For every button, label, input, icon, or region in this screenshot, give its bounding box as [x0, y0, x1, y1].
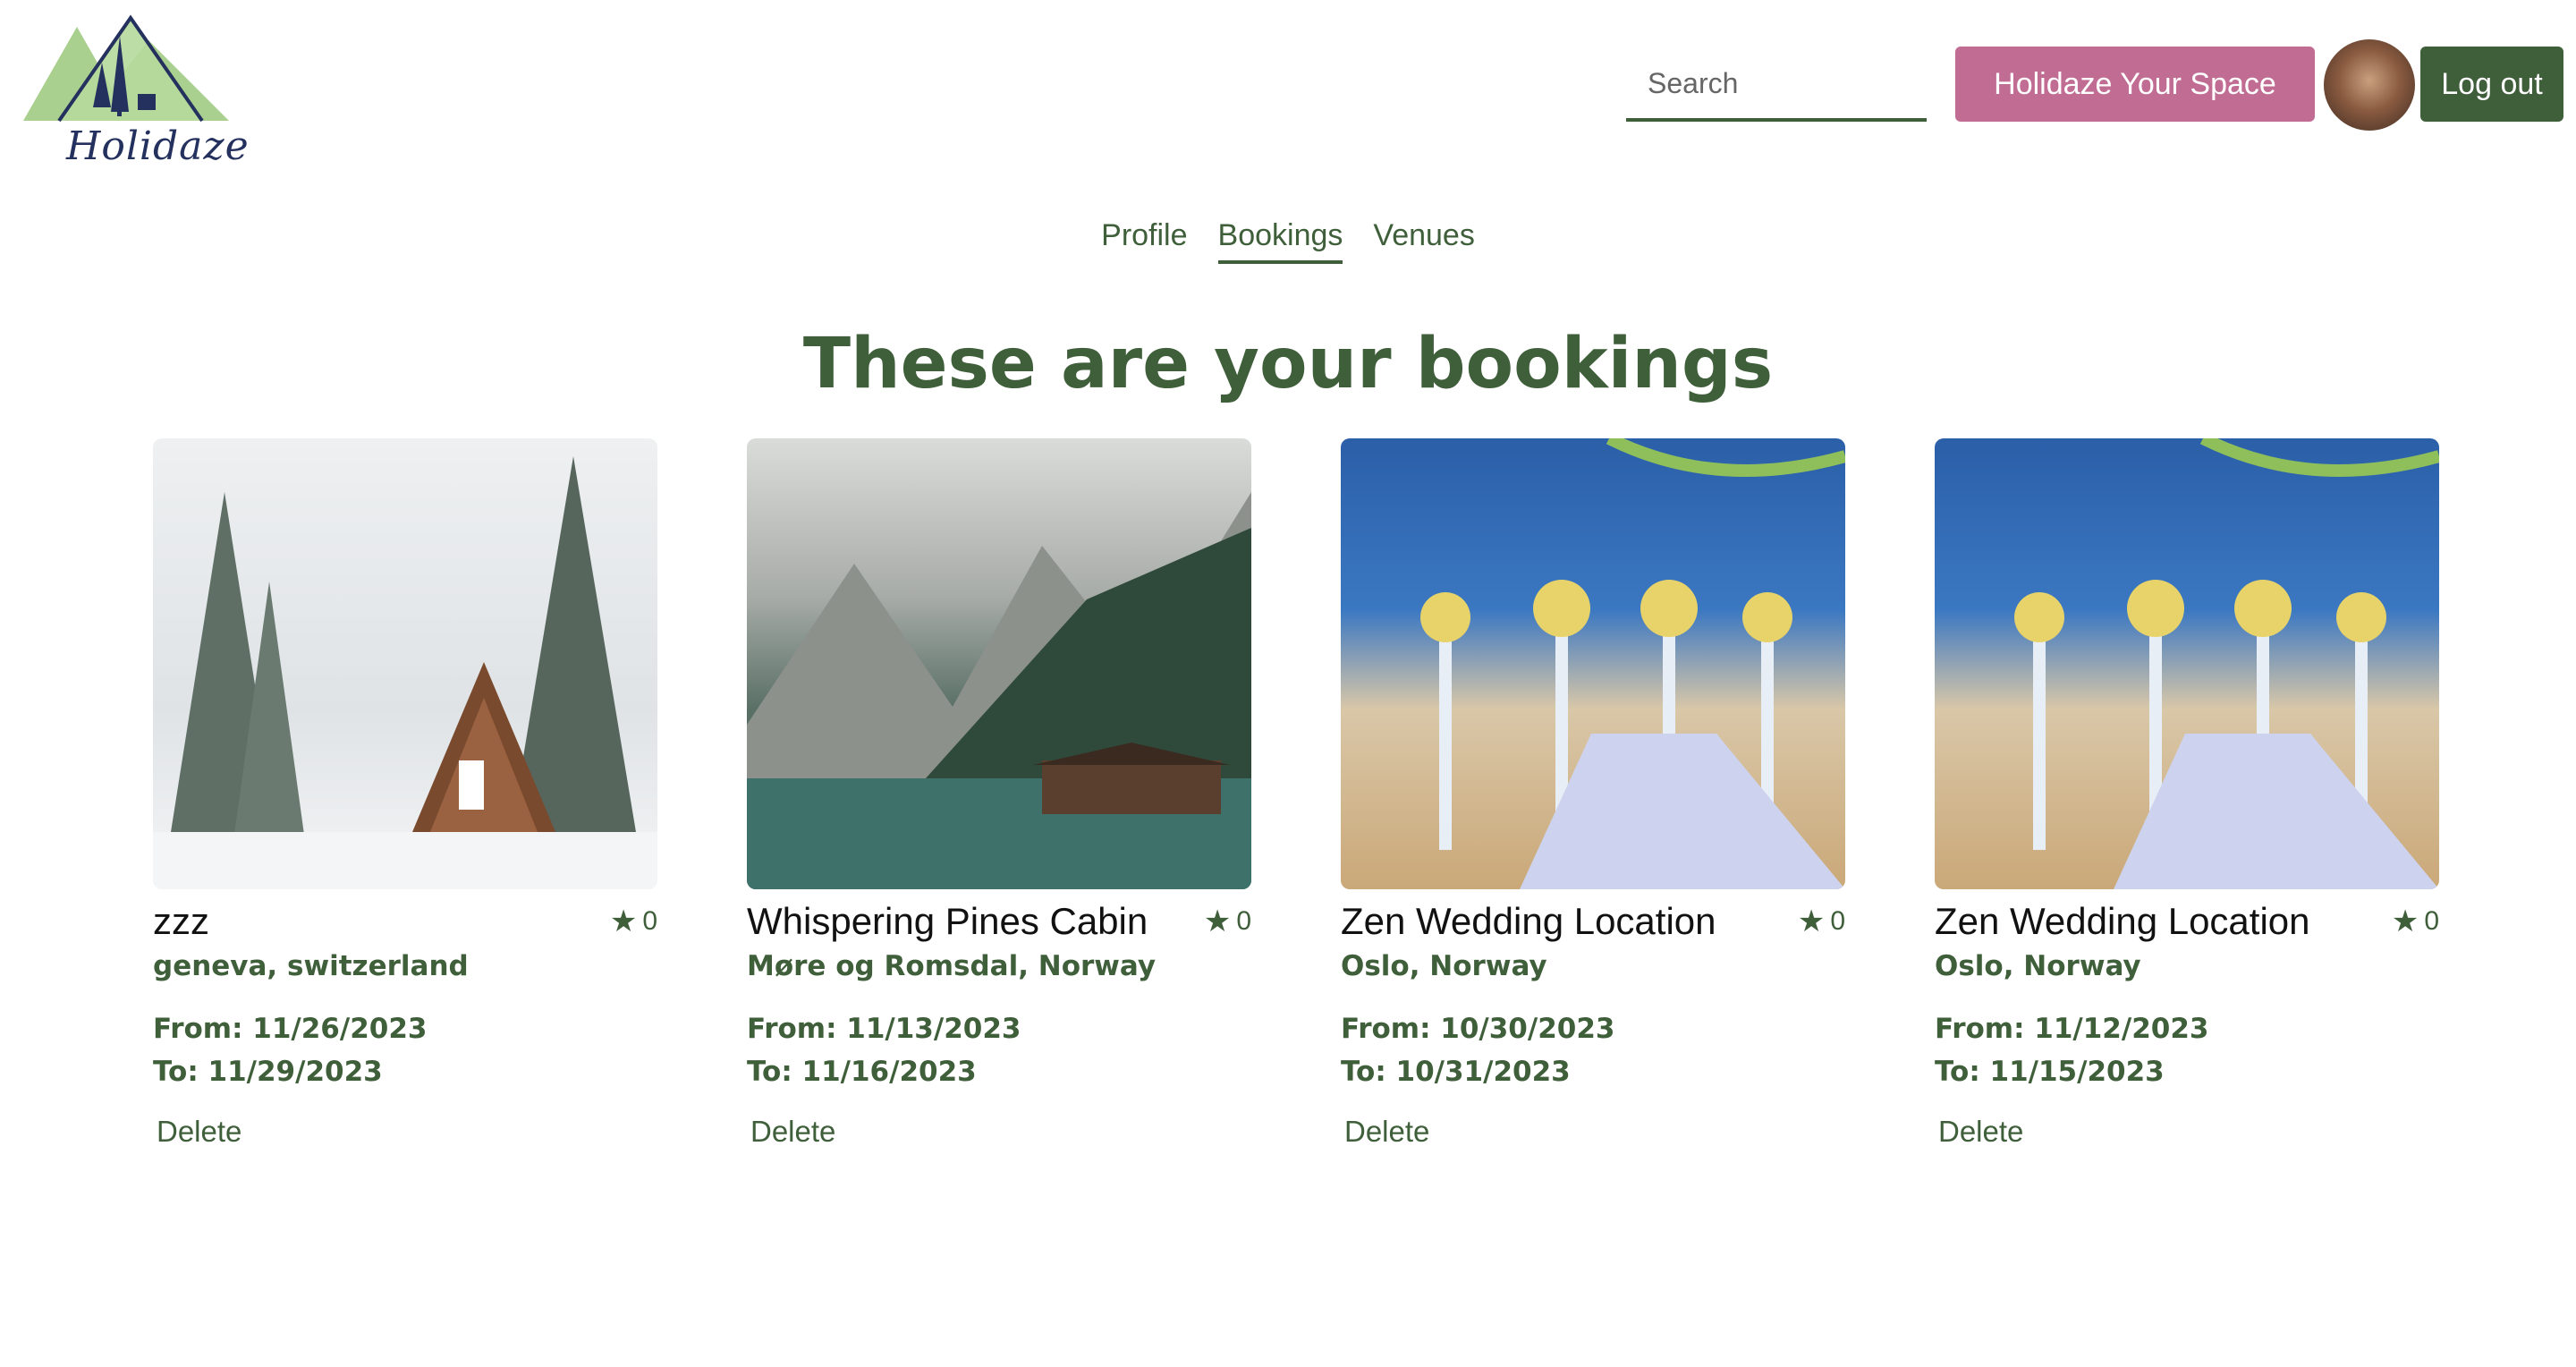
- tab-venues[interactable]: Venues: [1373, 218, 1474, 264]
- venue-rating: ★ 0: [1204, 904, 1251, 939]
- booking-card: Zen Wedding Location ★ 0 Oslo, Norway Fr…: [1935, 438, 2439, 1149]
- venue-image[interactable]: [153, 438, 657, 889]
- search-field: [1626, 48, 1927, 122]
- page-title: These are your bookings: [802, 324, 1774, 404]
- booking-to: To: 11/29/2023: [153, 1056, 383, 1088]
- venue-image[interactable]: [747, 438, 1251, 889]
- venue-rating: ★ 0: [1798, 904, 1845, 939]
- venue-name[interactable]: Zen Wedding Location: [1935, 900, 2310, 943]
- rating-value: 0: [1830, 906, 1845, 936]
- venue-image[interactable]: [1935, 438, 2439, 889]
- star-icon: ★: [2391, 904, 2419, 938]
- page: Holidaze Holidaze Your Space Log out Pro…: [0, 0, 2576, 1367]
- venue-location: Oslo, Norway: [1935, 950, 2141, 982]
- logo[interactable]: Holidaze: [23, 9, 249, 169]
- booking-to: To: 10/31/2023: [1341, 1056, 1571, 1088]
- venue-rating: ★ 0: [610, 904, 657, 939]
- booking-card: zzz ★ 0 geneva, switzerland From: 11/26/…: [153, 438, 657, 1149]
- holidaze-your-space-button[interactable]: Holidaze Your Space: [1955, 47, 2315, 122]
- star-icon: ★: [1797, 904, 1826, 938]
- logo-text: Holidaze: [66, 123, 250, 169]
- venue-location: geneva, switzerland: [153, 950, 469, 982]
- delete-button[interactable]: Delete: [1344, 1115, 1429, 1149]
- booking-card: Zen Wedding Location ★ 0 Oslo, Norway Fr…: [1341, 438, 1845, 1149]
- star-icon: ★: [609, 904, 638, 938]
- tab-bookings[interactable]: Bookings: [1217, 218, 1343, 264]
- rating-value: 0: [2424, 906, 2439, 936]
- logout-button[interactable]: Log out: [2420, 47, 2563, 122]
- rating-value: 0: [1236, 906, 1251, 936]
- rating-value: 0: [642, 906, 657, 936]
- avatar[interactable]: [2324, 39, 2415, 131]
- delete-button[interactable]: Delete: [157, 1115, 242, 1149]
- delete-button[interactable]: Delete: [1938, 1115, 2023, 1149]
- booking-to: To: 11/16/2023: [747, 1056, 977, 1088]
- booking-from: From: 11/26/2023: [153, 1013, 428, 1045]
- booking-from: From: 11/12/2023: [1935, 1013, 2209, 1045]
- search-input[interactable]: [1626, 48, 1927, 118]
- booking-from: From: 11/13/2023: [747, 1013, 1021, 1045]
- profile-tabs: Profile Bookings Venues: [0, 218, 2576, 264]
- venue-rating: ★ 0: [2392, 904, 2439, 939]
- venue-location: Møre og Romsdal, Norway: [747, 950, 1157, 982]
- logo-mountains-icon: [23, 14, 229, 123]
- booking-to: To: 11/15/2023: [1935, 1056, 2165, 1088]
- venue-name[interactable]: Zen Wedding Location: [1341, 900, 1716, 943]
- booking-from: From: 10/30/2023: [1341, 1013, 1615, 1045]
- booking-card: Whispering Pines Cabin ★ 0 Møre og Romsd…: [747, 438, 1251, 1149]
- venue-image[interactable]: [1341, 438, 1845, 889]
- venue-name[interactable]: zzz: [153, 900, 209, 943]
- star-icon: ★: [1203, 904, 1232, 938]
- delete-button[interactable]: Delete: [750, 1115, 835, 1149]
- venue-name[interactable]: Whispering Pines Cabin: [747, 900, 1148, 943]
- tab-profile[interactable]: Profile: [1101, 218, 1187, 264]
- venue-location: Oslo, Norway: [1341, 950, 1547, 982]
